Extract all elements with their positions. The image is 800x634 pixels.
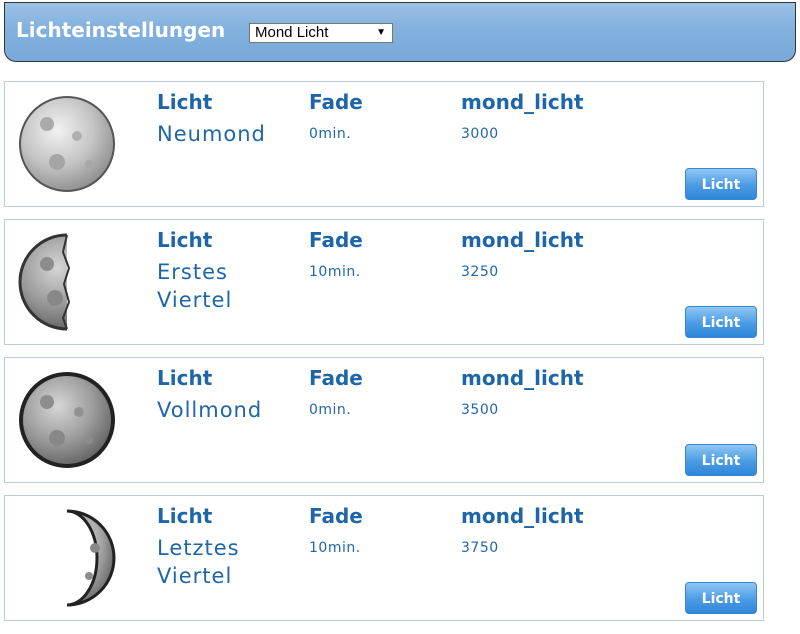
light-card: Licht Fade mond_licht Erstes Viertel 10m…	[4, 219, 764, 345]
light-name: Letztes Viertel	[157, 536, 240, 588]
header-bar: Lichteinstellungen Mond Licht ▼	[4, 2, 796, 62]
light-label: Licht	[157, 504, 213, 528]
moon-new-icon	[19, 96, 115, 192]
light-value: 3250	[461, 264, 499, 280]
licht-button[interactable]: Licht	[685, 168, 757, 200]
light-value: 3500	[461, 402, 499, 418]
value-label: mond_licht	[461, 90, 584, 114]
light-label: Licht	[157, 366, 213, 390]
licht-button[interactable]: Licht	[685, 444, 757, 476]
fade-label: Fade	[309, 366, 363, 390]
licht-button[interactable]: Licht	[685, 582, 757, 614]
moon-last-quarter-icon	[66, 509, 116, 607]
light-name: Neumond	[157, 122, 266, 146]
licht-button[interactable]: Licht	[685, 306, 757, 338]
light-card: Licht Fade mond_licht Letztes Viertel 10…	[4, 495, 764, 621]
page-title: Lichteinstellungen	[16, 18, 226, 42]
fade-label: Fade	[309, 504, 363, 528]
light-label: Licht	[157, 90, 213, 114]
value-label: mond_licht	[461, 228, 584, 252]
fade-value: 10min.	[309, 264, 361, 280]
moon-full-icon	[19, 372, 115, 468]
light-name: Vollmond	[157, 398, 263, 422]
moon-first-quarter-icon	[18, 233, 71, 331]
fade-value: 10min.	[309, 540, 361, 556]
light-value: 3000	[461, 126, 499, 142]
fade-label: Fade	[309, 90, 363, 114]
light-name: Erstes Viertel	[157, 260, 233, 312]
value-label: mond_licht	[461, 366, 584, 390]
light-value: 3750	[461, 540, 499, 556]
light-label: Licht	[157, 228, 213, 252]
mode-select[interactable]: Mond Licht ▼	[249, 23, 393, 43]
dropdown-arrow-icon: ▼	[376, 27, 386, 38]
light-card: Licht Fade mond_licht Neumond 0min. 3000…	[4, 81, 764, 207]
fade-label: Fade	[309, 228, 363, 252]
fade-value: 0min.	[309, 402, 352, 418]
mode-select-value: Mond Licht	[255, 24, 329, 41]
value-label: mond_licht	[461, 504, 584, 528]
fade-value: 0min.	[309, 126, 352, 142]
light-card: Licht Fade mond_licht Vollmond 0min. 350…	[4, 357, 764, 483]
